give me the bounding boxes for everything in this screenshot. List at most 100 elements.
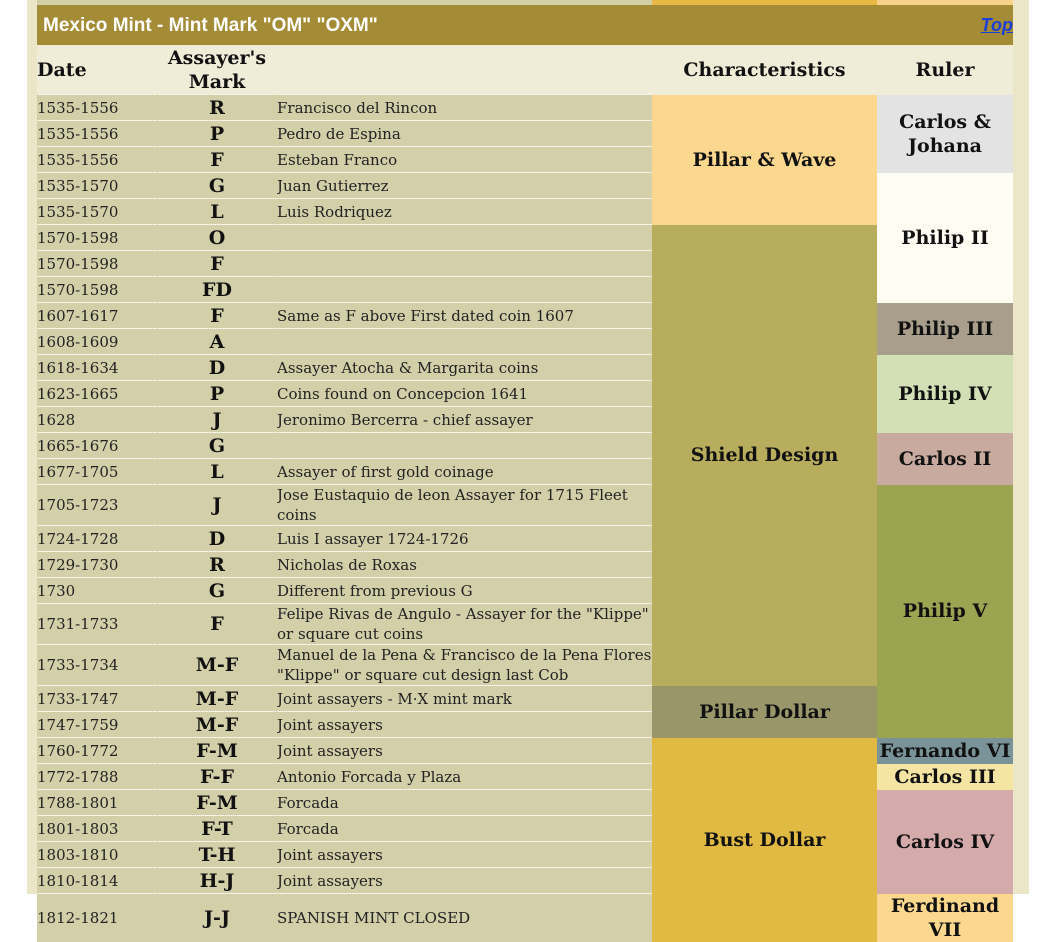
row-date: 1810-1814 (37, 867, 157, 894)
row-date: 1730 (37, 577, 157, 604)
mint-mark-table: Date Assayer's Mark Characteristics Rule… (37, 45, 1013, 942)
row-assayer-mark: R (157, 551, 277, 578)
ruler-philip-iii: Philip III (877, 302, 1013, 355)
ruler-carlos-ii: Carlos II (877, 432, 1013, 485)
row-date: 1535-1556 (37, 94, 157, 121)
row-assayer-mark: J (157, 484, 277, 526)
row-description: Same as F above First dated coin 1607 (277, 302, 652, 329)
row-date: 1788-1801 (37, 789, 157, 816)
row-date: 1705-1723 (37, 484, 157, 526)
row-date: 1628 (37, 406, 157, 433)
row-description: Manuel de la Pena & Francisco de la Pena… (277, 644, 652, 686)
row-description: Joint assayers (277, 737, 652, 764)
characteristic-pillar-and-wave: Pillar & Wave (652, 94, 877, 225)
row-date: 1724-1728 (37, 525, 157, 552)
row-assayer-mark: L (157, 458, 277, 485)
row-assayer-mark: G (157, 172, 277, 199)
row-assayer-mark: O (157, 224, 277, 251)
row-description: Joint assayers (277, 867, 652, 894)
top-link[interactable]: Top (981, 15, 1013, 36)
row-date: 1803-1810 (37, 841, 157, 868)
row-description: Jeronimo Bercerra - chief assayer (277, 406, 652, 433)
row-assayer-mark: M-F (157, 711, 277, 738)
header-date: Date (37, 45, 157, 95)
row-description: Nicholas de Roxas (277, 551, 652, 578)
row-assayer-mark: P (157, 380, 277, 407)
characteristic-shield-design: Shield Design (652, 224, 877, 686)
row-date: 1733-1747 (37, 685, 157, 712)
table-header-row: Date Assayer's Mark Characteristics Rule… (37, 45, 1013, 95)
row-date: 1618-1634 (37, 354, 157, 381)
row-assayer-mark: J-J (157, 893, 277, 942)
ruler-carlos-iv: Carlos IV (877, 789, 1013, 894)
row-assayer-mark: F (157, 250, 277, 277)
row-assayer-mark: R (157, 94, 277, 121)
section-title-bar: Mexico Mint - Mint Mark "OM" "OXM" Top (37, 5, 1013, 45)
row-date: 1665-1676 (37, 432, 157, 459)
row-date: 1733-1734 (37, 644, 157, 686)
table-row: 1760-1772 F-M Joint assayers Bust Dollar Fer… (37, 737, 1013, 942)
row-description: Pedro de Espina (277, 120, 652, 147)
row-description: Luis I assayer 1724-1726 (277, 525, 652, 552)
row-assayer-mark: F (157, 146, 277, 173)
row-description (277, 224, 652, 251)
row-description: Different from previous G (277, 577, 652, 604)
row-assayer-mark: G (157, 577, 277, 604)
row-date: 1570-1598 (37, 276, 157, 303)
header-description (277, 45, 652, 95)
row-assayer-mark: T-H (157, 841, 277, 868)
row-description: Luis Rodriquez (277, 198, 652, 225)
row-description (277, 250, 652, 277)
row-date: 1772-1788 (37, 763, 157, 790)
ruler-carlos-iii: Carlos III (877, 763, 1013, 790)
row-description: Assayer Atocha & Margarita coins (277, 354, 652, 381)
row-assayer-mark: F-F (157, 763, 277, 790)
row-description (277, 328, 652, 355)
row-assayer-mark: F (157, 603, 277, 645)
ruler-ferdinand-vii: Ferdinand VII (877, 893, 1013, 942)
section-title: Mexico Mint - Mint Mark "OM" "OXM" (43, 15, 378, 36)
row-assayer-mark: FD (157, 276, 277, 303)
ruler-philip-iv: Philip IV (877, 354, 1013, 433)
characteristic-pillar-dollar: Pillar Dollar (652, 685, 877, 738)
row-description: SPANISH MINT CLOSED (277, 893, 652, 942)
ruler-carlos-and-johana: Carlos & Johana (877, 94, 1013, 173)
row-date: 1623-1665 (37, 380, 157, 407)
row-description: Joint assayers - M·X mint mark (277, 685, 652, 712)
header-assayers-mark: Assayer's Mark (157, 45, 277, 95)
row-description: Esteban Franco (277, 146, 652, 173)
row-assayer-mark: M-F (157, 644, 277, 686)
row-date: 1801-1803 (37, 815, 157, 842)
row-assayer-mark: G (157, 432, 277, 459)
row-description: Felipe Rivas de Angulo - Assayer for the… (277, 603, 652, 645)
row-assayer-mark: F-M (157, 789, 277, 816)
header-ruler: Ruler (877, 45, 1013, 95)
row-assayer-mark: D (157, 525, 277, 552)
row-date: 1535-1556 (37, 120, 157, 147)
row-assayer-mark: F (157, 302, 277, 329)
row-date: 1535-1570 (37, 172, 157, 199)
page-frame-right (1013, 0, 1029, 894)
table-row: 1733-1747 M-F Joint assayers - M·X mint ma… (37, 685, 1013, 738)
row-description: Joint assayers (277, 711, 652, 738)
row-description (277, 432, 652, 459)
row-assayer-mark: F-M (157, 737, 277, 764)
row-assayer-mark: D (157, 354, 277, 381)
ruler-philip-v: Philip V (877, 484, 1013, 738)
row-description: Antonio Forcada y Plaza (277, 763, 652, 790)
row-description: Jose Eustaquio de leon Assayer for 1715 … (277, 484, 652, 526)
row-assayer-mark: H-J (157, 867, 277, 894)
ruler-philip-ii: Philip II (877, 172, 1013, 303)
row-description: Francisco del Rincon (277, 94, 652, 121)
row-assayer-mark: P (157, 120, 277, 147)
row-description: Forcada (277, 789, 652, 816)
row-description: Coins found on Concepcion 1641 (277, 380, 652, 407)
row-assayer-mark: L (157, 198, 277, 225)
row-date: 1729-1730 (37, 551, 157, 578)
row-date: 1535-1556 (37, 146, 157, 173)
header-characteristics: Characteristics (652, 45, 877, 95)
row-date: 1677-1705 (37, 458, 157, 485)
row-date: 1812-1821 (37, 893, 157, 942)
row-date: 1608-1609 (37, 328, 157, 355)
row-description: Forcada (277, 815, 652, 842)
